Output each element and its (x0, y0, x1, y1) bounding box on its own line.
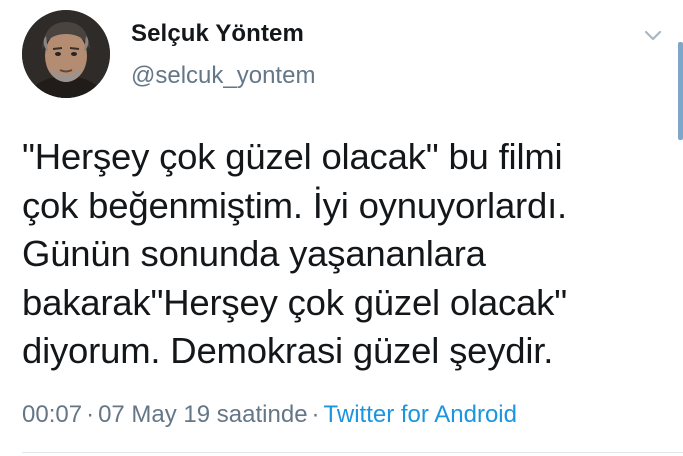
user-handle[interactable]: @selcuk_yontem (131, 62, 315, 90)
scrollbar[interactable] (678, 42, 683, 140)
meta-separator: · (311, 401, 320, 428)
tweet-time[interactable]: 00:07 (22, 401, 82, 428)
tweet-date[interactable]: 07 May 19 saatinde (98, 401, 307, 428)
meta-separator: · (86, 401, 95, 428)
tweet-source-link[interactable]: Twitter for Android (324, 401, 517, 428)
divider (22, 452, 683, 453)
avatar[interactable] (22, 10, 110, 98)
chevron-down-icon[interactable] (641, 26, 665, 46)
profile-photo (22, 10, 110, 98)
tweet-meta: 00:07 · 07 May 19 saatinde · Twitter for And… (22, 401, 517, 429)
tweet-card: Selçuk Yöntem @selcuk_yontem "Herşey çok… (0, 0, 683, 456)
display-name[interactable]: Selçuk Yöntem (131, 20, 304, 48)
tweet-text: "Herşey çok güzel olacak" bu filmi çok b… (22, 136, 567, 371)
